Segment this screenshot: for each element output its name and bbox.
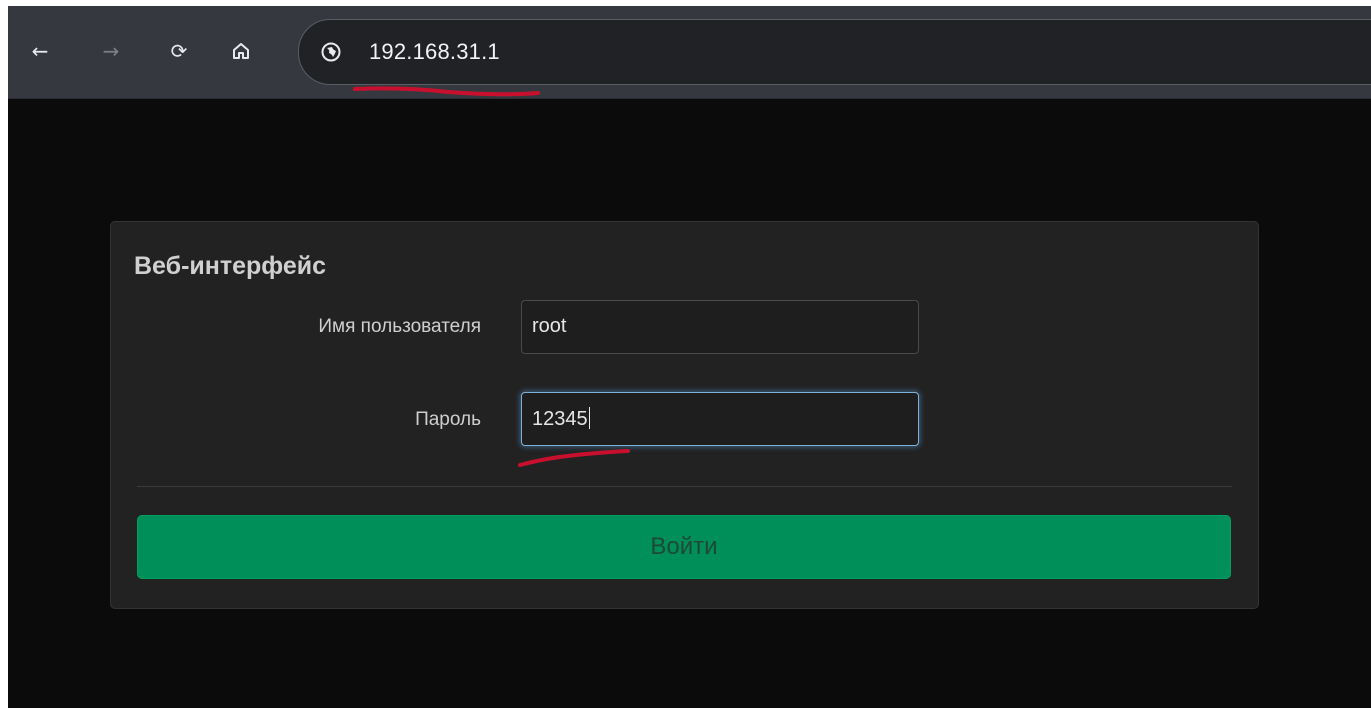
back-button[interactable]: ← — [22, 33, 58, 69]
home-button[interactable] — [223, 33, 259, 69]
password-annotation-underline — [518, 449, 630, 467]
reload-button[interactable]: ⟳ — [161, 33, 197, 69]
password-value: 12345 — [532, 408, 588, 430]
text-caret — [588, 407, 590, 429]
url-annotation-underline — [353, 86, 540, 97]
login-button[interactable]: Войти — [137, 515, 1231, 579]
home-icon — [233, 43, 249, 59]
address-bar[interactable]: 192.168.31.1 — [298, 19, 1371, 85]
password-field[interactable]: 12345 — [521, 392, 919, 446]
arrow-right-icon: → — [102, 39, 120, 63]
login-button-label: Войти — [650, 533, 718, 560]
page-title: Веб-интерфейс — [134, 252, 327, 280]
username-label: Имя пользователя — [318, 316, 481, 337]
reload-icon: ⟳ — [170, 39, 188, 63]
username-value: root — [532, 315, 567, 337]
login-panel: Веб-интерфейс Имя пользователя root Паро… — [110, 221, 1259, 609]
password-label: Пароль — [415, 409, 481, 430]
browser-window: ← → ⟳ 192.168.31.1 Веб-интерфейс Имя пол… — [8, 6, 1371, 708]
globe-icon[interactable] — [321, 42, 341, 62]
arrow-left-icon: ← — [31, 39, 49, 63]
form-divider — [137, 486, 1232, 487]
username-field[interactable]: root — [521, 300, 919, 354]
url-text: 192.168.31.1 — [369, 39, 500, 64]
forward-button[interactable]: → — [93, 33, 129, 69]
browser-toolbar: ← → ⟳ 192.168.31.1 — [8, 6, 1371, 99]
